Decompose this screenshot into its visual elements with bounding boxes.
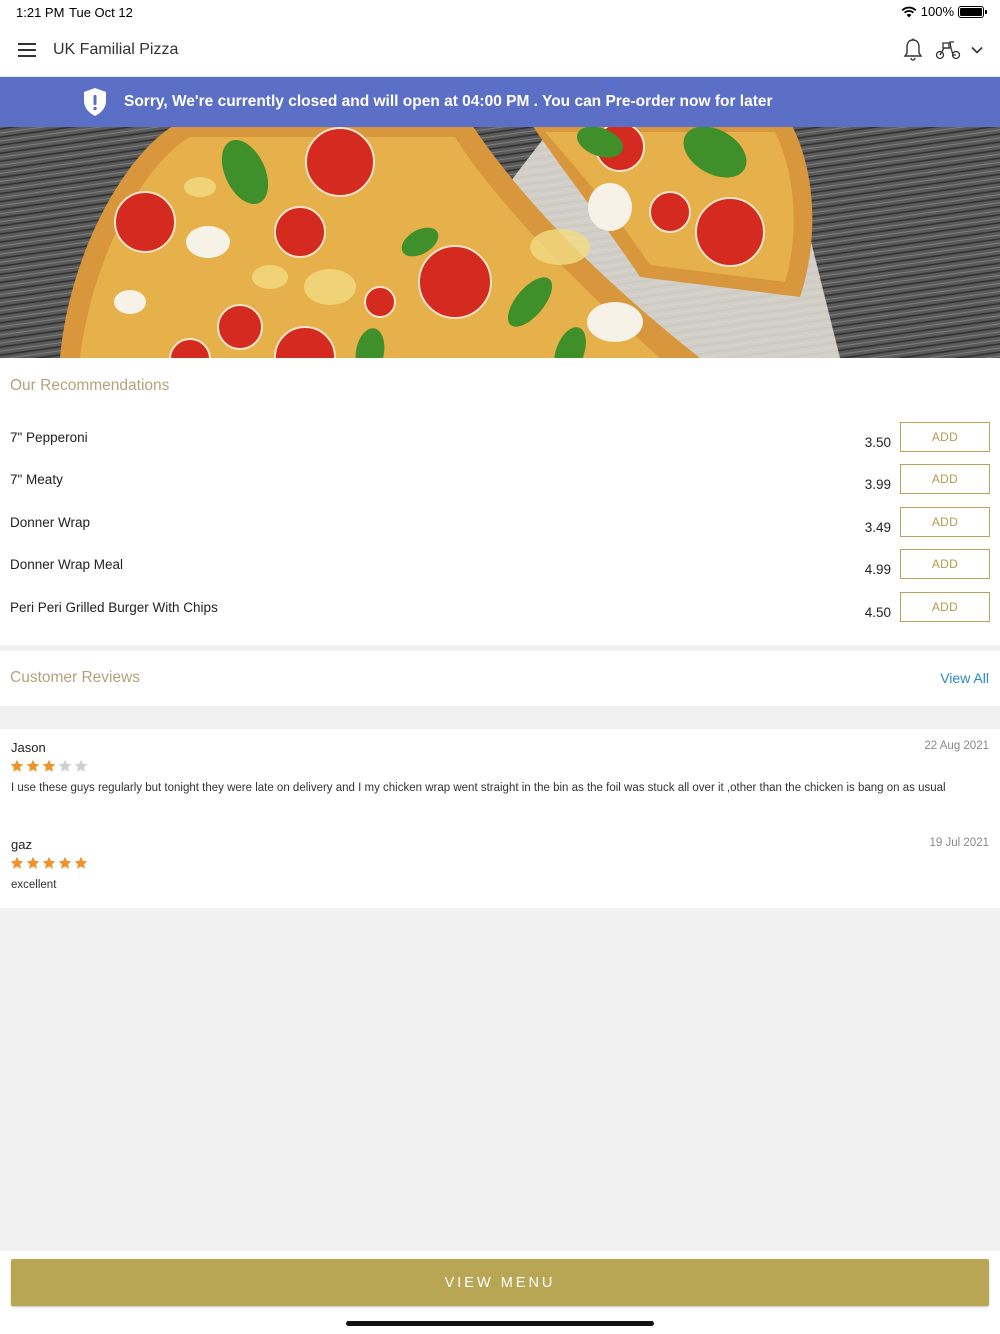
recommendations-title: Our Recommendations [10, 377, 170, 394]
item-price: 4.50 [864, 605, 891, 620]
recommendation-row: Donner Wrap Meal 4.99 ADD [0, 549, 1000, 599]
closed-notice-banner: Sorry, We're currently closed and will o… [0, 77, 1000, 127]
status-bar: 1:21 PM Tue Oct 12 100% [0, 0, 1000, 24]
item-name: Donner Wrap Meal [10, 557, 124, 572]
review-item: gaz 19 Jul 2021 excellent [0, 837, 1000, 897]
app-header: UK Familial Pizza [0, 24, 1000, 77]
status-time: 1:21 PM [16, 5, 65, 20]
star-filled-icon [26, 759, 40, 772]
item-price: 4.99 [864, 562, 891, 577]
add-button[interactable]: ADD [900, 549, 990, 579]
home-indicator[interactable] [346, 1321, 654, 1326]
reviews-title: Customer Reviews [10, 669, 141, 686]
review-item: Jason 22 Aug 2021 I use these guys regul… [0, 740, 1000, 820]
add-button[interactable]: ADD [900, 592, 990, 622]
star-filled-icon [42, 759, 56, 772]
bell-icon[interactable] [902, 38, 924, 62]
status-right: 100% [901, 4, 987, 19]
status-date: Tue Oct 12 [69, 5, 133, 20]
review-text: excellent [11, 879, 57, 891]
review-date: 19 Jul 2021 [929, 837, 989, 849]
view-all-reviews-link[interactable]: View All [940, 670, 989, 686]
reviewer-name: gaz [11, 837, 32, 852]
star-empty-icon [74, 759, 88, 772]
star-rating [10, 856, 88, 870]
item-name: Donner Wrap [10, 515, 91, 530]
reviews-header: Customer Reviews View All [0, 651, 1000, 706]
item-price: 3.99 [864, 477, 891, 492]
star-filled-icon [42, 856, 56, 869]
chevron-down-icon[interactable] [970, 43, 984, 57]
star-filled-icon [10, 856, 24, 869]
recommendation-row: Donner Wrap 3.49 ADD [0, 507, 1000, 557]
item-price: 3.49 [864, 520, 891, 535]
reviews-list: Jason 22 Aug 2021 I use these guys regul… [0, 729, 1000, 908]
scooter-icon[interactable] [935, 39, 961, 61]
item-name: Peri Peri Grilled Burger With Chips [10, 600, 218, 615]
app-title: UK Familial Pizza [53, 41, 179, 58]
star-rating [10, 759, 88, 773]
battery-percent: 100% [920, 4, 954, 19]
wifi-icon [901, 6, 917, 17]
star-empty-icon [58, 759, 72, 772]
hero-pizza-image [0, 127, 1000, 358]
recommendation-row: 7" Pepperoni 3.50 ADD [0, 422, 1000, 472]
star-filled-icon [10, 759, 24, 772]
reviewer-name: Jason [11, 740, 46, 755]
item-name: 7" Pepperoni [10, 430, 88, 445]
review-date: 22 Aug 2021 [924, 740, 989, 752]
hamburger-menu-icon[interactable] [18, 43, 36, 57]
star-filled-icon [26, 856, 40, 869]
item-price: 3.50 [864, 435, 891, 450]
star-filled-icon [58, 856, 72, 869]
star-filled-icon [74, 856, 88, 869]
recommendations-section: Our Recommendations 7" Pepperoni 3.50 AD… [0, 358, 1000, 645]
add-button[interactable]: ADD [900, 422, 990, 452]
add-button[interactable]: ADD [900, 507, 990, 537]
closed-notice-text: Sorry, We're currently closed and will o… [124, 93, 773, 110]
add-button[interactable]: ADD [900, 464, 990, 494]
recommendation-row: 7" Meaty 3.99 ADD [0, 464, 1000, 514]
review-text: I use these guys regularly but tonight t… [11, 782, 946, 794]
view-menu-button[interactable]: VIEW MENU [11, 1259, 989, 1306]
recommendation-row: Peri Peri Grilled Burger With Chips 4.50… [0, 592, 1000, 642]
shield-alert-icon [84, 88, 106, 116]
item-name: 7" Meaty [10, 472, 63, 487]
battery-icon [958, 5, 987, 18]
